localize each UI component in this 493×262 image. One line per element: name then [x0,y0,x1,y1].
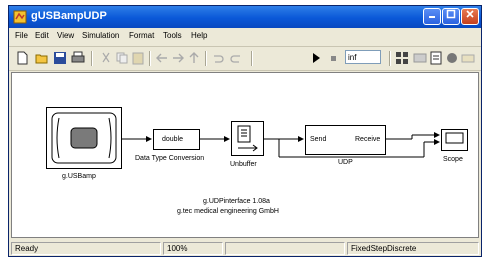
status-ready: Ready [11,242,161,255]
stop-time-input[interactable]: inf [345,50,381,64]
close-button[interactable] [461,8,479,25]
udp-send-port: Send [310,136,327,143]
model-window: gUSBampUDP File Edit View Simulation For… [8,5,482,257]
back-arrow-icon[interactable] [155,51,169,65]
usbamp-block[interactable] [46,107,122,169]
udp-block[interactable]: Send Receive [305,125,386,155]
usbamp-device-icon [51,112,117,164]
simulink-app-icon [13,10,27,24]
menu-simulation[interactable]: Simulation [82,31,119,40]
stop-simulation-icon[interactable] [327,51,341,65]
window-title: gUSBampUDP [31,10,107,22]
copy-icon[interactable] [115,51,129,65]
scope-label: Scope [443,156,463,163]
data-type-conversion-block[interactable]: double [153,129,200,150]
cut-icon[interactable] [99,51,113,65]
status-bar: Ready 100% FixedStepDiscrete [9,240,481,256]
diagnostics-icon[interactable] [461,51,475,65]
annotation-version: g.UDPinterface 1.08a [203,198,270,205]
redo-icon[interactable] [229,51,243,65]
udp-label: UDP [338,159,353,166]
debug-icon[interactable] [429,51,443,65]
print-icon[interactable] [71,51,85,65]
model-canvas[interactable]: g.USBamp double Data Type Conversion Unb… [11,72,479,238]
library-browser-icon[interactable] [395,51,409,65]
menu-view[interactable]: View [57,31,74,40]
minimize-button[interactable] [423,8,441,25]
maximize-button[interactable] [442,8,460,25]
start-simulation-icon[interactable] [309,51,323,65]
paste-icon[interactable] [131,51,145,65]
minimize-icon [429,16,435,18]
menu-bar: File Edit View Simulation Format Tools H… [9,28,481,47]
menu-tools[interactable]: Tools [163,31,182,40]
menu-help[interactable]: Help [191,31,207,40]
unbuffer-icon [237,125,258,152]
title-bar[interactable]: gUSBampUDP [9,6,481,28]
toolbar: inf [9,47,481,71]
usbamp-label: g.USBamp [62,173,96,180]
model-browser-icon[interactable] [413,51,427,65]
scope-screen-icon [445,132,464,144]
data-type-conversion-label: Data Type Conversion [135,155,205,162]
maximize-icon [446,9,456,19]
udp-receive-port: Receive [355,136,381,143]
status-zoom: 100% [163,242,223,255]
annotation-company: g.tec medical engineering GmbH [177,208,279,215]
up-arrow-icon[interactable] [187,51,201,65]
open-folder-icon[interactable] [35,51,49,65]
save-icon[interactable] [53,51,67,65]
dtc-block-text: double [162,136,184,143]
undo-icon[interactable] [211,51,225,65]
unbuffer-block[interactable] [231,121,264,156]
status-blank [225,242,345,255]
menu-file[interactable]: File [15,31,28,40]
new-model-icon[interactable] [15,51,29,65]
forward-arrow-icon[interactable] [171,51,185,65]
model-explorer-icon[interactable] [445,51,459,65]
unbuffer-label: Unbuffer [230,161,257,168]
scope-block[interactable] [441,129,468,151]
close-icon [466,10,474,18]
menu-edit[interactable]: Edit [35,31,49,40]
status-solver: FixedStepDiscrete [347,242,479,255]
menu-format[interactable]: Format [129,31,154,40]
